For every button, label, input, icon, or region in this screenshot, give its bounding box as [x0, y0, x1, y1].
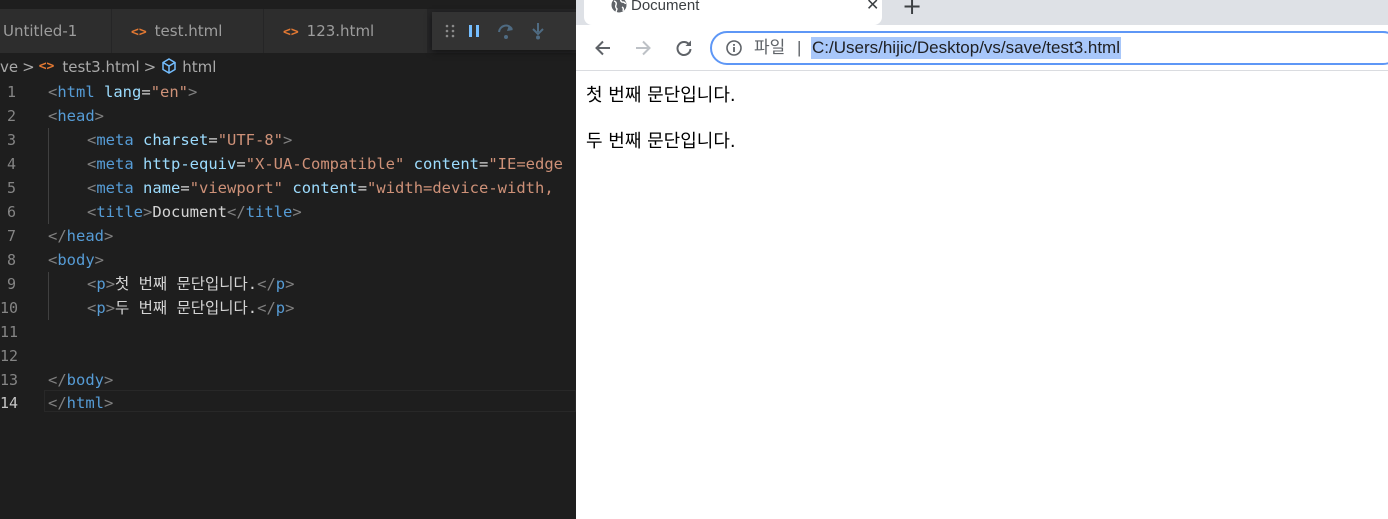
code-line: 8 <body> [0, 248, 576, 272]
paragraph: 두 번째 문단입니다. [586, 131, 736, 152]
line-number: 10 [0, 299, 19, 317]
html-code-icon: <> [283, 25, 299, 40]
line-number: 14 [0, 394, 19, 412]
reload-button[interactable] [670, 34, 698, 62]
code-text: <title>Document</title> [87, 203, 302, 221]
paragraph: 첫 번째 문단입니다. [586, 85, 736, 106]
code-line: 6 <title>Document</title> [0, 200, 576, 224]
code-text: <html lang="en"> [48, 83, 198, 101]
back-arrow-icon [595, 40, 610, 56]
back-button[interactable] [589, 34, 617, 62]
vscode-window: Untitled-1 <> test.html <> 123.html ve > <> t… [0, 0, 576, 519]
breadcrumb: ve > <> test3.html > html [0, 56, 216, 78]
browser-tab-title: Document [631, 0, 700, 14]
tab-untitled-1[interactable]: Untitled-1 [0, 9, 112, 53]
code-editor[interactable]: 1 <html lang="en"> 2 <head> 3 <meta char… [0, 80, 576, 519]
browser-tab[interactable]: Document ✕ [584, 0, 882, 25]
code-line: 2 <head> [0, 104, 576, 128]
line-number: 7 [6, 227, 16, 245]
line-number: 4 [6, 155, 16, 173]
close-tab-icon[interactable]: ✕ [866, 0, 879, 14]
browser-window: Document ✕ + 파일 | C:/Users/hijic/Desktop… [576, 0, 1388, 519]
scheme-label: 파일 [754, 38, 786, 57]
line-number: 3 [6, 131, 16, 149]
code-line: 4 <meta http-equiv="X-UA-Compatible" con… [0, 152, 576, 176]
line-number: 8 [6, 251, 16, 269]
code-line: 1 <html lang="en"> [0, 80, 576, 104]
breadcrumb-separator: > [22, 58, 35, 76]
code-line: 5 <meta name="viewport" content="width=d… [0, 176, 576, 200]
address-bar[interactable]: 파일 | C:/Users/hijic/Desktop/vs/save/test… [710, 31, 1388, 65]
info-icon[interactable] [725, 39, 743, 61]
html-code-icon: <> [131, 25, 147, 40]
code-text: </body> [48, 371, 114, 389]
tab-test-html[interactable]: <> test.html [112, 9, 264, 53]
line-number: 11 [0, 323, 19, 341]
line-number: 12 [0, 347, 19, 365]
breadcrumb-file[interactable]: test3.html [62, 56, 139, 78]
symbol-element-icon [160, 56, 178, 78]
code-text: <p>첫 번째 문단입니다.</p> [87, 275, 295, 293]
code-line: 10 <p>두 번째 문단입니다.</p> [0, 296, 576, 320]
code-line: 7 </head> [0, 224, 576, 248]
line-number: 9 [6, 275, 16, 293]
code-text: </html> [48, 394, 114, 412]
breadcrumb-separator: > [143, 58, 157, 76]
tab-label: 123.html [306, 22, 375, 40]
scheme-separator: | [797, 38, 802, 57]
code-text: </head> [48, 227, 114, 245]
code-line: 14 </html> [0, 391, 576, 415]
code-line: 13 </body> [0, 368, 576, 392]
code-text: <p>두 번째 문단입니다.</p> [87, 299, 295, 317]
globe-icon [610, 0, 628, 18]
code-line: 3 <meta charset="UTF-8"> [0, 128, 576, 152]
line-number: 2 [6, 107, 16, 125]
forward-button[interactable] [629, 34, 657, 62]
html-code-icon: <> [38, 59, 55, 74]
code-text: <meta name="viewport" content="width=dev… [87, 179, 554, 197]
url-text[interactable]: C:/Users/hijic/Desktop/vs/save/test3.htm… [811, 37, 1121, 59]
reload-icon [676, 40, 692, 56]
tab-label: test.html [154, 22, 223, 40]
step-over-icon[interactable] [492, 12, 520, 50]
code-text: <meta charset="UTF-8"> [87, 131, 293, 149]
line-number: 1 [6, 83, 16, 101]
breadcrumb-symbol[interactable]: html [182, 56, 216, 78]
forward-arrow-icon [636, 40, 651, 56]
line-number: 6 [6, 203, 16, 221]
code-text: <meta http-equiv="X-UA-Compatible" conte… [87, 155, 563, 173]
step-into-icon[interactable] [524, 12, 552, 50]
page-content: 첫 번째 문단입니다. 두 번째 문단입니다. [576, 72, 1388, 519]
code-line: 11 [0, 320, 576, 344]
code-text: <body> [48, 251, 105, 269]
new-tab-icon[interactable]: + [902, 0, 922, 18]
code-line: 12 [0, 344, 576, 368]
tab-label: Untitled-1 [3, 22, 78, 40]
debug-toolbar [432, 12, 576, 50]
tab-123-html[interactable]: <> 123.html [264, 9, 428, 53]
browser-tab-strip: Document ✕ + [576, 0, 1388, 25]
pause-icon[interactable] [460, 12, 488, 50]
line-number: 13 [0, 371, 19, 389]
breadcrumb-folder[interactable]: ve [0, 56, 18, 78]
code-text: <head> [48, 107, 105, 125]
browser-toolbar: 파일 | C:/Users/hijic/Desktop/vs/save/test… [576, 25, 1388, 71]
line-number: 5 [6, 179, 16, 197]
code-line: 9 <p>첫 번째 문단입니다.</p> [0, 272, 576, 296]
